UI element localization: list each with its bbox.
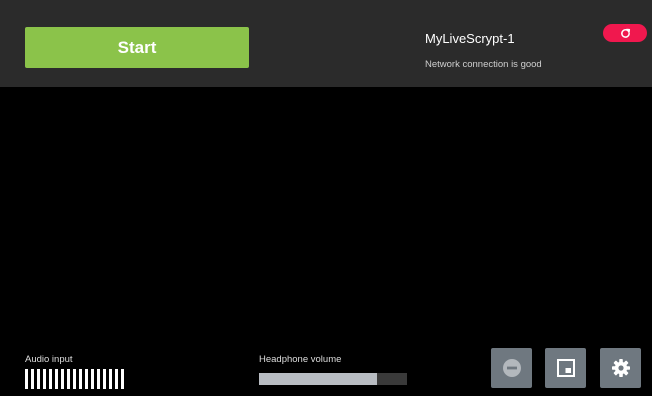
audio-meter-bar: [61, 369, 64, 389]
audio-level-meter: [25, 369, 124, 389]
audio-meter-bar: [103, 369, 106, 389]
audio-meter-bar: [55, 369, 58, 389]
audio-meter-bar: [79, 369, 82, 389]
audio-meter-bar: [109, 369, 112, 389]
network-status: Network connection is good: [425, 59, 542, 70]
gear-icon: [611, 359, 630, 377]
remove-icon: [502, 359, 521, 377]
headphone-volume-slider[interactable]: [259, 373, 407, 385]
headphone-volume-label: Headphone volume: [259, 354, 342, 365]
audio-meter-bar: [73, 369, 76, 389]
picture-in-picture-icon: [556, 359, 575, 377]
audio-meter-bar: [85, 369, 88, 389]
picture-in-picture-button[interactable]: [545, 348, 586, 388]
refresh-button[interactable]: [603, 24, 647, 42]
audio-meter-bar: [43, 369, 46, 389]
refresh-icon: [620, 28, 630, 38]
video-preview: [0, 87, 652, 347]
app-window: Start MyLiveScrypt-1 Network connection …: [0, 0, 652, 396]
audio-meter-bar: [91, 369, 94, 389]
audio-meter-bar: [31, 369, 34, 389]
headphone-volume-fill: [259, 373, 378, 385]
audio-meter-bar: [97, 369, 100, 389]
stream-name: MyLiveScrypt-1: [425, 31, 515, 46]
audio-input-label: Audio input: [25, 354, 73, 365]
remove-button[interactable]: [491, 348, 532, 388]
audio-meter-bar: [121, 369, 124, 389]
audio-meter-bar: [25, 369, 28, 389]
audio-meter-bar: [115, 369, 118, 389]
audio-meter-bar: [67, 369, 70, 389]
settings-button[interactable]: [600, 348, 641, 388]
audio-meter-bar: [49, 369, 52, 389]
top-bar: Start MyLiveScrypt-1 Network connection …: [0, 0, 652, 87]
start-button[interactable]: Start: [25, 27, 249, 68]
audio-meter-bar: [37, 369, 40, 389]
